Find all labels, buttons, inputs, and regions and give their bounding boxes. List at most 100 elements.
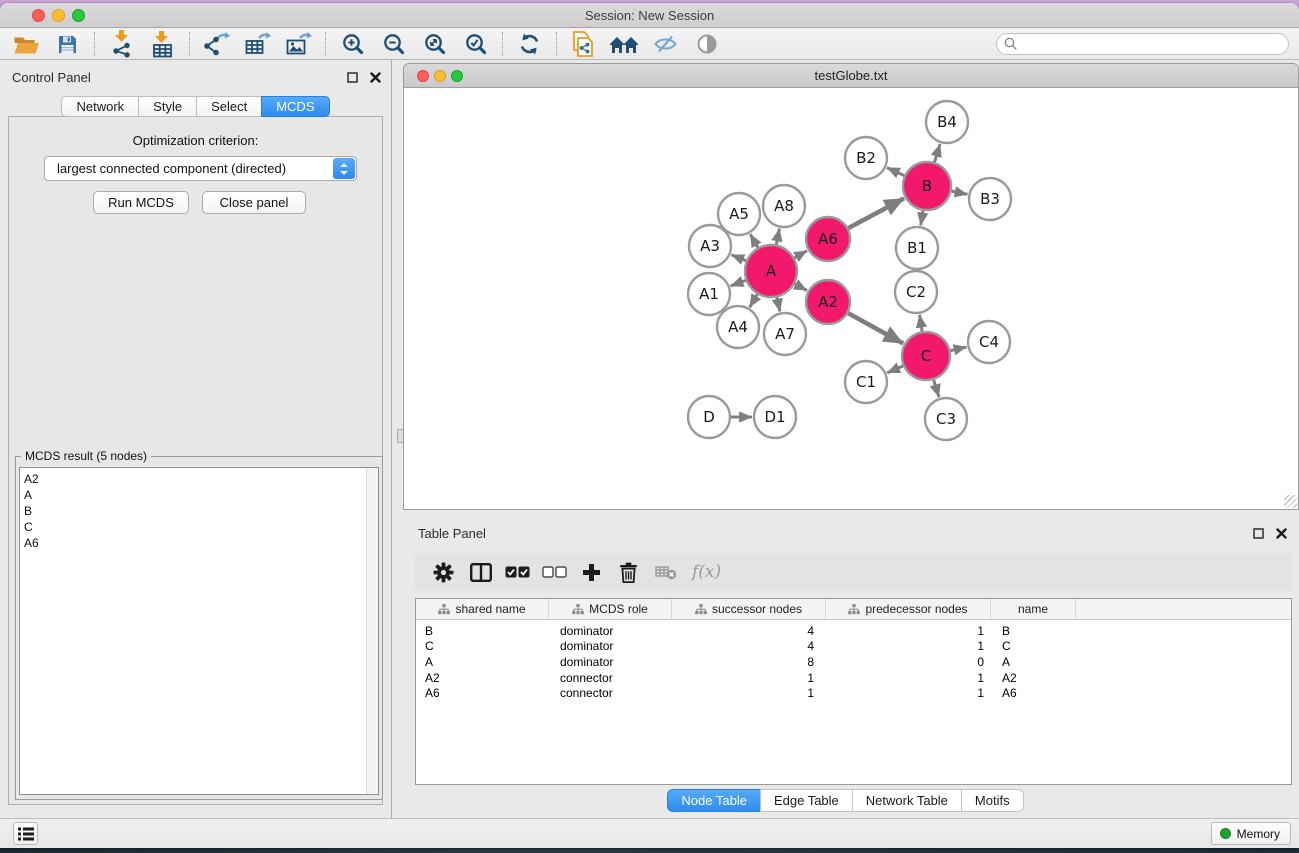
cell-predecessor-nodes[interactable]: 1 bbox=[826, 623, 991, 639]
zoom-out-icon[interactable] bbox=[376, 31, 411, 58]
graph-node-A5[interactable]: A5 bbox=[718, 193, 760, 235]
result-item[interactable]: B bbox=[24, 503, 378, 519]
hide-graphics-details-icon[interactable] bbox=[648, 31, 683, 58]
memory-button[interactable]: Memory bbox=[1211, 822, 1291, 845]
delete-table-icon[interactable] bbox=[647, 557, 684, 587]
search-input[interactable] bbox=[1022, 36, 1288, 52]
graph-node-B[interactable]: B bbox=[903, 162, 951, 210]
graph-node-C[interactable]: C bbox=[902, 332, 950, 380]
open-session-icon[interactable] bbox=[9, 31, 44, 58]
graph-node-A2[interactable]: A2 bbox=[806, 280, 850, 324]
graph-node-C3[interactable]: C3 bbox=[925, 398, 967, 440]
cell-name[interactable]: C bbox=[991, 639, 1076, 655]
tab-network-table[interactable]: Network Table bbox=[852, 789, 962, 812]
graph-edge-B-B3[interactable] bbox=[952, 191, 968, 194]
float-panel-icon[interactable] bbox=[345, 70, 360, 85]
tab-motifs[interactable]: Motifs bbox=[961, 789, 1024, 812]
graph-node-C1[interactable]: C1 bbox=[845, 361, 887, 403]
mcds-result-list[interactable]: A2ABCA6 bbox=[19, 467, 379, 795]
graph-node-A1[interactable]: A1 bbox=[688, 273, 730, 315]
graph-node-A4[interactable]: A4 bbox=[717, 306, 759, 348]
result-item[interactable]: A2 bbox=[24, 471, 378, 487]
float-panel-icon[interactable] bbox=[1251, 526, 1266, 541]
column-header-successor-nodes[interactable]: successor nodes bbox=[672, 599, 826, 619]
cell-shared-name[interactable]: B bbox=[416, 623, 549, 639]
graph-node-B1[interactable]: B1 bbox=[896, 227, 938, 269]
graph-edge-A-A5[interactable] bbox=[750, 234, 758, 247]
graph-edge-C-C1[interactable] bbox=[887, 366, 903, 373]
cell-name[interactable]: A bbox=[991, 654, 1076, 670]
network-canvas[interactable]: AA1A2A3A4A5A6A7A8BB1B2B3B4CC1C2C3C4DD1 bbox=[404, 89, 1298, 509]
table-row[interactable]: Adominator80A bbox=[416, 654, 1291, 670]
criterion-select[interactable]: largest connected component (directed) bbox=[44, 156, 357, 181]
graph-node-A8[interactable]: A8 bbox=[763, 185, 805, 227]
graph-edge-C-C4[interactable] bbox=[950, 347, 966, 351]
close-panel-button[interactable]: Close panel bbox=[202, 191, 306, 214]
tab-mcds[interactable]: MCDS bbox=[261, 96, 329, 117]
column-header-shared-name[interactable]: shared name bbox=[416, 599, 549, 619]
zoom-fit-icon[interactable] bbox=[417, 31, 452, 58]
cell-MCDS-role[interactable]: connector bbox=[549, 685, 672, 701]
tab-node-table[interactable]: Node Table bbox=[667, 789, 761, 812]
table-row[interactable]: A2connector11A2 bbox=[416, 670, 1291, 686]
graph-node-A3[interactable]: A3 bbox=[689, 225, 731, 267]
function-builder-icon[interactable]: f(x) bbox=[692, 562, 721, 582]
import-table-icon[interactable] bbox=[145, 31, 180, 58]
zoom-in-icon[interactable] bbox=[335, 31, 370, 58]
cell-predecessor-nodes[interactable]: 1 bbox=[826, 685, 991, 701]
cell-shared-name[interactable]: C bbox=[416, 639, 549, 655]
cell-MCDS-role[interactable]: dominator bbox=[549, 654, 672, 670]
add-row-icon[interactable] bbox=[573, 557, 610, 587]
result-item[interactable]: A bbox=[24, 487, 378, 503]
columns-icon[interactable] bbox=[462, 557, 499, 587]
cell-successor-nodes[interactable]: 4 bbox=[672, 639, 826, 655]
table-row[interactable]: A6connector11A6 bbox=[416, 685, 1291, 701]
cell-MCDS-role[interactable]: dominator bbox=[549, 639, 672, 655]
graph-edge-C-C3[interactable] bbox=[934, 380, 939, 397]
graph-node-B4[interactable]: B4 bbox=[926, 101, 968, 143]
scrollbar[interactable] bbox=[366, 468, 378, 794]
cell-shared-name[interactable]: A2 bbox=[416, 670, 549, 686]
graph-edge-A-A8[interactable] bbox=[776, 229, 779, 245]
graph-edge-A6-B[interactable] bbox=[848, 198, 904, 228]
column-header-name[interactable]: name bbox=[991, 599, 1076, 619]
zoom-selected-icon[interactable] bbox=[458, 31, 493, 58]
gear-icon[interactable] bbox=[425, 557, 462, 587]
graph-node-B3[interactable]: B3 bbox=[969, 178, 1011, 220]
cell-name[interactable]: A2 bbox=[991, 670, 1076, 686]
import-network-icon[interactable] bbox=[104, 31, 139, 58]
cell-MCDS-role[interactable]: dominator bbox=[549, 623, 672, 639]
graph-node-A[interactable]: A bbox=[745, 245, 797, 297]
graph-node-D1[interactable]: D1 bbox=[754, 396, 796, 438]
graph-node-C2[interactable]: C2 bbox=[895, 271, 937, 313]
cell-successor-nodes[interactable]: 1 bbox=[672, 685, 826, 701]
export-network-icon[interactable] bbox=[199, 31, 234, 58]
graph-edge-A-A2[interactable] bbox=[795, 284, 807, 291]
deselect-all-checkboxes-icon[interactable] bbox=[536, 557, 573, 587]
graph-edge-B-B4[interactable] bbox=[935, 144, 941, 162]
cell-name[interactable]: A6 bbox=[991, 685, 1076, 701]
show-graphics-details-icon[interactable] bbox=[689, 31, 724, 58]
tab-select[interactable]: Select bbox=[196, 96, 262, 117]
cell-shared-name[interactable]: A bbox=[416, 654, 549, 670]
run-mcds-button[interactable]: Run MCDS bbox=[93, 191, 189, 214]
cell-MCDS-role[interactable]: connector bbox=[549, 670, 672, 686]
table-row[interactable]: Cdominator41C bbox=[416, 639, 1291, 655]
close-panel-icon[interactable] bbox=[368, 70, 383, 85]
graph-edge-A-A6[interactable] bbox=[795, 251, 808, 258]
apply-layout-icon[interactable] bbox=[512, 31, 547, 58]
result-item[interactable]: A6 bbox=[24, 535, 378, 551]
export-table-icon[interactable] bbox=[240, 31, 275, 58]
tab-edge-table[interactable]: Edge Table bbox=[760, 789, 853, 812]
graph-edge-A-A4[interactable] bbox=[750, 294, 758, 307]
tab-network[interactable]: Network bbox=[61, 96, 139, 117]
cell-shared-name[interactable]: A6 bbox=[416, 685, 549, 701]
column-header-MCDS-role[interactable]: MCDS role bbox=[549, 599, 672, 619]
export-image-icon[interactable] bbox=[281, 31, 316, 58]
select-all-checkboxes-icon[interactable] bbox=[499, 557, 536, 587]
graph-edge-A-A3[interactable] bbox=[731, 255, 746, 261]
cell-predecessor-nodes[interactable]: 1 bbox=[826, 670, 991, 686]
graph-node-B2[interactable]: B2 bbox=[845, 137, 887, 179]
cell-successor-nodes[interactable]: 4 bbox=[672, 623, 826, 639]
graph-node-D[interactable]: D bbox=[688, 396, 730, 438]
